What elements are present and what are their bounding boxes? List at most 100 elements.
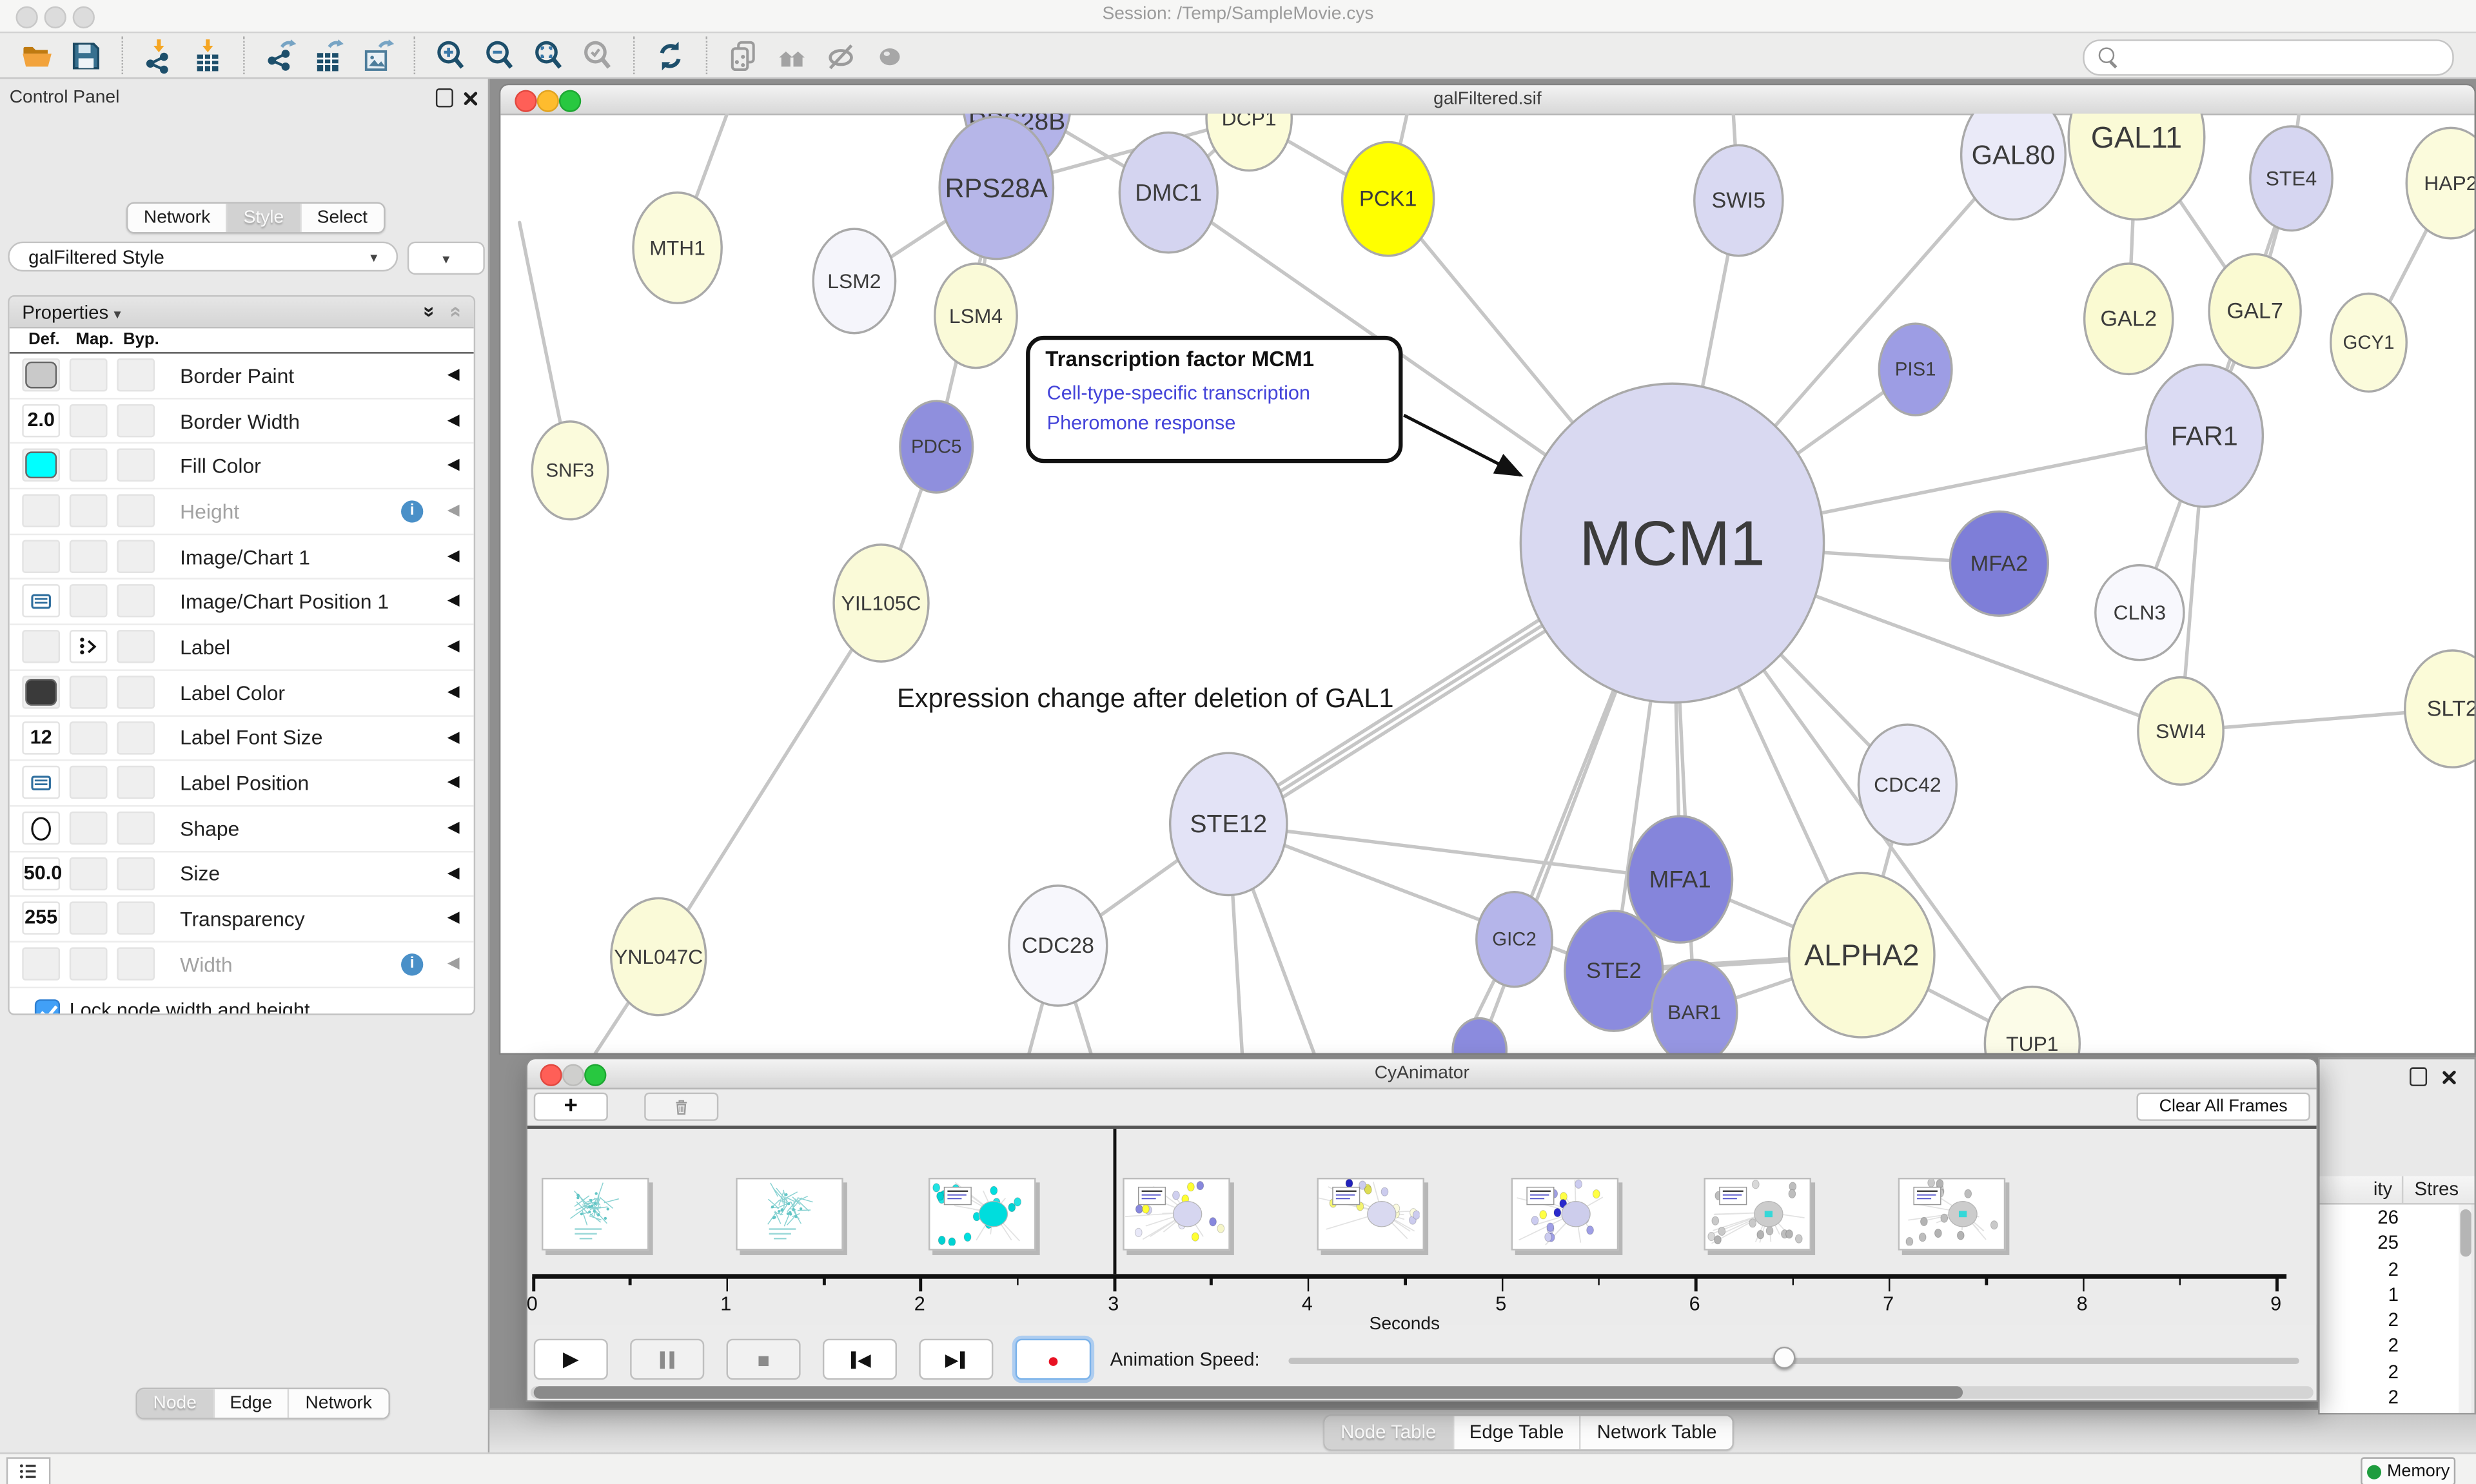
property-map-cell[interactable] <box>70 857 108 890</box>
animator-frame-thumbnail-4[interactable] <box>1317 1178 1424 1251</box>
property-byp-cell[interactable] <box>117 449 155 482</box>
network-node-mcm1[interactable]: MCM1 <box>1520 384 1823 703</box>
properties-header[interactable]: Properties ▾ » « <box>10 297 474 328</box>
show-all-icon[interactable] <box>865 35 914 76</box>
tab-node-table[interactable]: Node Table <box>1325 1416 1452 1449</box>
table-row[interactable]: 2 <box>2320 1333 2459 1359</box>
float-panel-icon[interactable] <box>2410 1066 2427 1094</box>
style-property-row[interactable]: 12Label Font Size◀ <box>10 716 474 761</box>
property-def-cell[interactable] <box>22 947 60 980</box>
network-window-titlebar[interactable]: galFiltered.sif <box>500 85 2474 115</box>
network-node-rps28a[interactable]: RPS28A <box>939 117 1053 259</box>
property-def-cell[interactable] <box>22 449 60 482</box>
animator-frame-thumbnail-6[interactable] <box>1704 1178 1812 1251</box>
network-node-dcp1[interactable]: DCP1 <box>1206 113 1292 170</box>
style-property-row[interactable]: Heighti◀ <box>10 489 474 534</box>
property-byp-cell[interactable] <box>117 585 155 618</box>
network-node-cdc28[interactable]: CDC28 <box>1009 886 1107 1006</box>
table-row[interactable]: 2 <box>2320 1307 2459 1333</box>
frames-scrollbar[interactable] <box>531 1386 2314 1399</box>
property-map-cell[interactable] <box>70 494 108 527</box>
property-map-cell[interactable] <box>70 811 108 844</box>
network-node-pis1[interactable]: PIS1 <box>1879 324 1952 415</box>
property-byp-cell[interactable] <box>117 902 155 935</box>
collapse-row-icon[interactable]: ◀ <box>447 502 460 520</box>
style-property-row[interactable]: 2.0Border Width◀ <box>10 399 474 444</box>
property-byp-cell[interactable] <box>117 404 155 436</box>
tab-style[interactable]: Style <box>226 204 300 232</box>
search-input[interactable] <box>2083 39 2454 75</box>
stop-button[interactable]: ■ <box>727 1339 801 1380</box>
network-node-ynl047c[interactable]: YNL047C <box>611 898 706 1015</box>
style-property-row[interactable]: Border Paint◀ <box>10 354 474 399</box>
first-neighbors-icon[interactable] <box>767 35 816 76</box>
network-node-cln3[interactable]: CLN3 <box>2096 565 2184 660</box>
property-def-cell[interactable] <box>22 766 60 799</box>
zoom-selected-icon[interactable] <box>573 35 622 76</box>
collapse-all-icon[interactable]: « <box>445 306 469 318</box>
collapse-row-icon[interactable]: ◀ <box>447 864 460 882</box>
property-map-cell[interactable] <box>70 721 108 754</box>
network-node-cdc42[interactable]: CDC42 <box>1858 725 1956 845</box>
collapse-row-icon[interactable]: ◀ <box>447 955 460 972</box>
property-byp-cell[interactable] <box>117 358 155 391</box>
style-property-row[interactable]: Label Position◀ <box>10 761 474 806</box>
cyanimator-titlebar[interactable]: CyAnimator <box>527 1059 2317 1089</box>
network-node-pck1[interactable]: PCK1 <box>1342 142 1434 255</box>
network-node-gal11[interactable]: GAL11 <box>2068 113 2205 219</box>
animator-frame-thumbnail-5[interactable] <box>1510 1178 1618 1251</box>
export-table-icon[interactable] <box>305 35 354 76</box>
close-panel-icon[interactable] <box>461 87 478 115</box>
tab-select[interactable]: Select <box>300 204 384 232</box>
collapse-row-icon[interactable]: ◀ <box>447 366 460 384</box>
network-node-dmc1[interactable]: DMC1 <box>1119 133 1217 253</box>
export-network-icon[interactable] <box>256 35 305 76</box>
animation-speed-knob[interactable] <box>1773 1347 1794 1369</box>
network-node-gal80[interactable]: GAL80 <box>1961 113 2066 219</box>
property-def-cell[interactable] <box>22 630 60 663</box>
property-def-cell[interactable] <box>22 494 60 527</box>
property-byp-cell[interactable] <box>117 947 155 980</box>
collapse-row-icon[interactable]: ◀ <box>447 728 460 746</box>
memory-button[interactable]: Memory <box>2361 1457 2455 1484</box>
property-def-cell[interactable] <box>22 585 60 618</box>
network-node-gic2[interactable]: GIC2 <box>1477 892 1553 987</box>
zoom-fit-icon[interactable] <box>524 35 573 76</box>
network-node-gcy1[interactable]: GCY1 <box>2331 294 2407 392</box>
network-node-ste12[interactable]: STE12 <box>1170 753 1287 895</box>
network-node-far1[interactable]: FAR1 <box>2146 365 2263 507</box>
tab-edge[interactable]: Edge <box>212 1389 288 1418</box>
property-map-cell[interactable] <box>70 585 108 618</box>
network-node-yil105c[interactable]: YIL105C <box>834 545 928 661</box>
info-icon[interactable]: i <box>401 953 423 975</box>
import-table-icon[interactable] <box>183 35 232 76</box>
tab-network[interactable]: Network <box>288 1389 388 1418</box>
property-byp-cell[interactable] <box>117 494 155 527</box>
style-property-row[interactable]: Fill Color◀ <box>10 444 474 489</box>
collapse-row-icon[interactable]: ◀ <box>447 774 460 791</box>
property-map-cell[interactable] <box>70 902 108 935</box>
clear-all-frames-button[interactable]: Clear All Frames <box>2136 1093 2310 1121</box>
info-icon[interactable]: i <box>401 500 423 522</box>
skip-to-start-button[interactable]: ◀ <box>823 1339 897 1380</box>
network-node-alpha2[interactable]: ALPHA2 <box>1789 873 1934 1037</box>
network-node-slt2[interactable]: SLT2 <box>2405 650 2476 767</box>
property-byp-cell[interactable] <box>117 630 155 663</box>
annotation-callout[interactable]: Transcription factor MCM1Cell-type-speci… <box>1028 338 1520 475</box>
table-row[interactable]: 2 <box>2320 1359 2459 1385</box>
show-log-button[interactable] <box>6 1457 51 1484</box>
tab-edge-table[interactable]: Edge Table <box>1452 1416 1580 1449</box>
property-map-cell[interactable] <box>70 947 108 980</box>
tab-network-table[interactable]: Network Table <box>1580 1416 1733 1449</box>
zoom-out-icon[interactable] <box>475 35 524 76</box>
collapse-row-icon[interactable]: ◀ <box>447 638 460 656</box>
open-session-icon[interactable] <box>13 35 62 76</box>
table-row[interactable]: 1 <box>2320 1282 2459 1307</box>
property-def-cell[interactable] <box>22 811 60 844</box>
property-map-cell[interactable] <box>70 449 108 482</box>
animator-frame-thumbnail-7[interactable] <box>1898 1178 2005 1251</box>
network-node-snf3[interactable]: SNF3 <box>532 422 608 520</box>
close-panel-icon[interactable] <box>2440 1066 2457 1094</box>
table-row[interactable]: 2 <box>2320 1385 2459 1411</box>
animator-frame-thumbnail-3[interactable] <box>1123 1178 1230 1251</box>
